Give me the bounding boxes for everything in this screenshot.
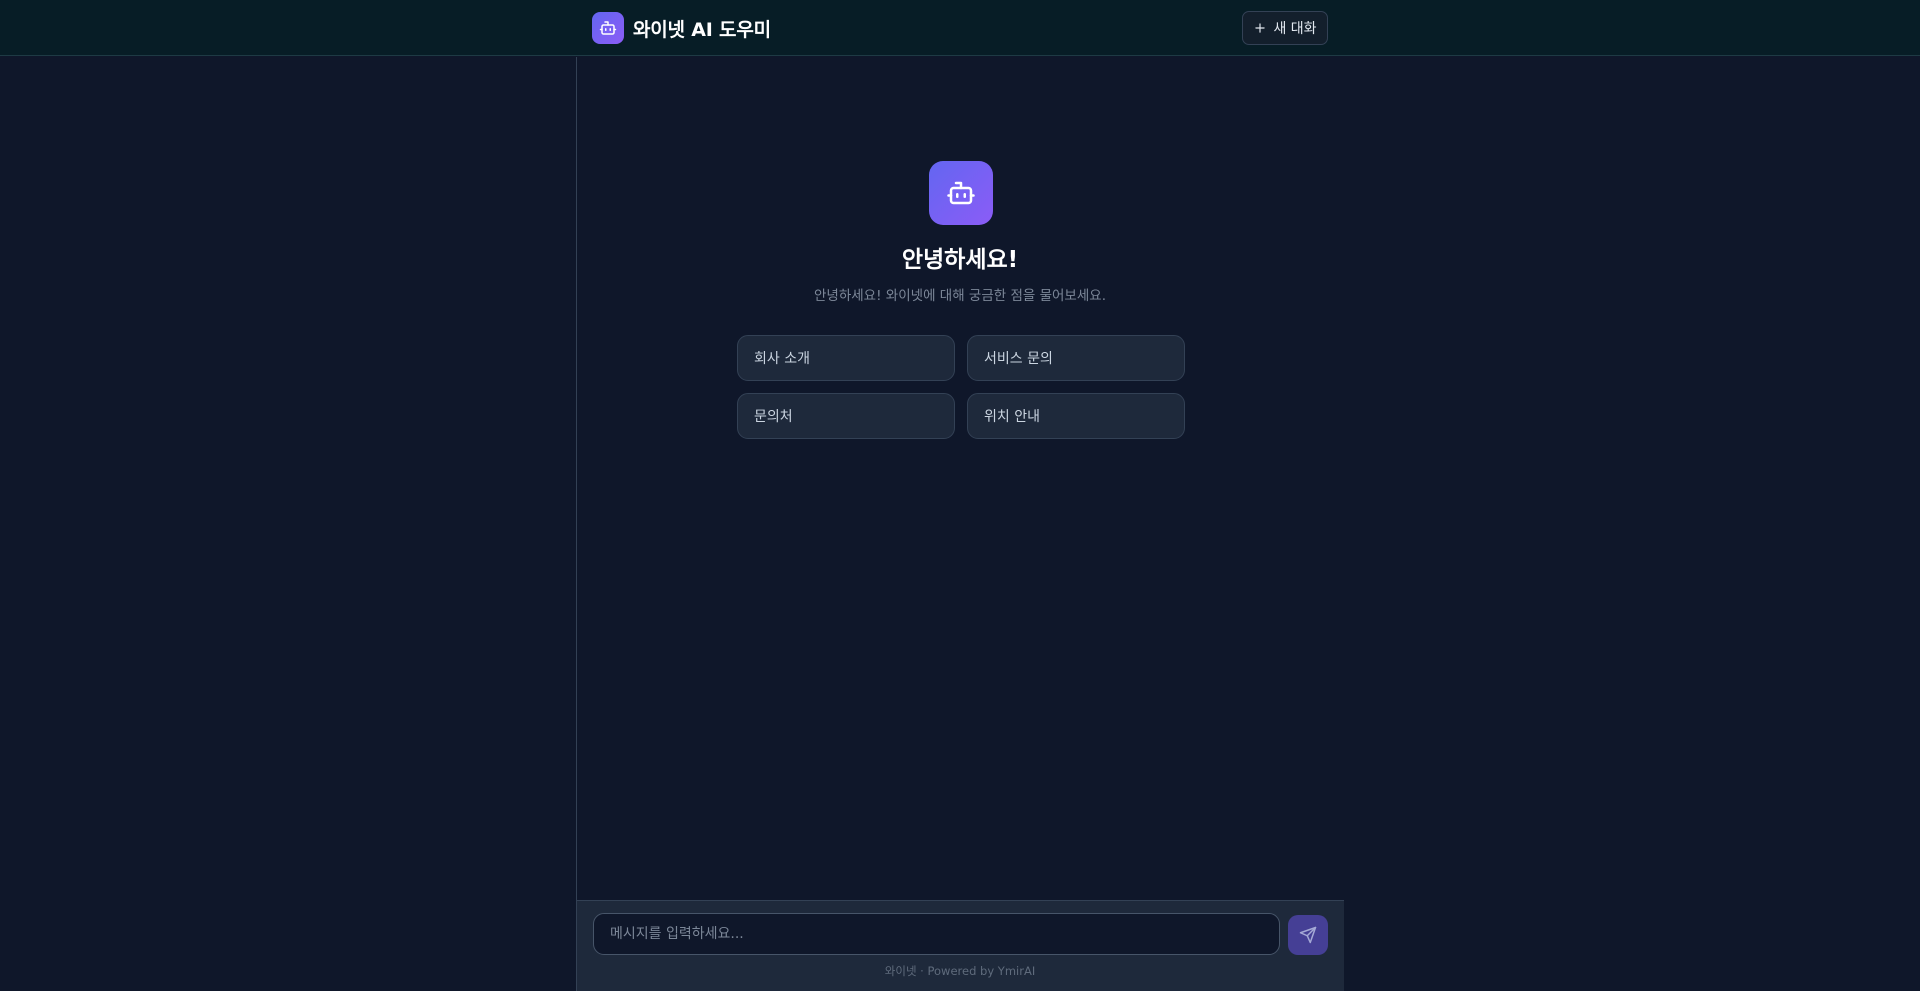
app-title: 와이넷 AI 도우미 <box>633 18 771 41</box>
quick-question-location[interactable]: 위치 안내 <box>967 393 1185 439</box>
quick-question-service-inquiry[interactable]: 서비스 문의 <box>967 335 1185 381</box>
footer-note: 와이넷 · Powered by YmirAI <box>884 964 1036 978</box>
robot-icon <box>929 161 993 225</box>
new-chat-button[interactable]: 새 대화 <box>1242 11 1328 45</box>
send-icon <box>1299 926 1317 944</box>
welcome-title: 안녕하세요! <box>901 247 1019 273</box>
quick-question-contact[interactable]: 문의처 <box>737 393 955 439</box>
plus-icon <box>1253 21 1267 35</box>
send-button[interactable] <box>1288 915 1328 955</box>
brand: 와이넷 AI 도우미 <box>592 12 771 44</box>
top-bar: 와이넷 AI 도우미 새 대화 <box>0 0 1920 56</box>
robot-icon <box>592 12 624 44</box>
quick-question-company-intro[interactable]: 회사 소개 <box>737 335 955 381</box>
message-input[interactable] <box>593 913 1280 955</box>
new-chat-label: 새 대화 <box>1273 21 1317 37</box>
welcome-subtitle: 안녕하세요! 와이넷에 대해 궁금한 점을 물어보세요. <box>814 288 1106 304</box>
